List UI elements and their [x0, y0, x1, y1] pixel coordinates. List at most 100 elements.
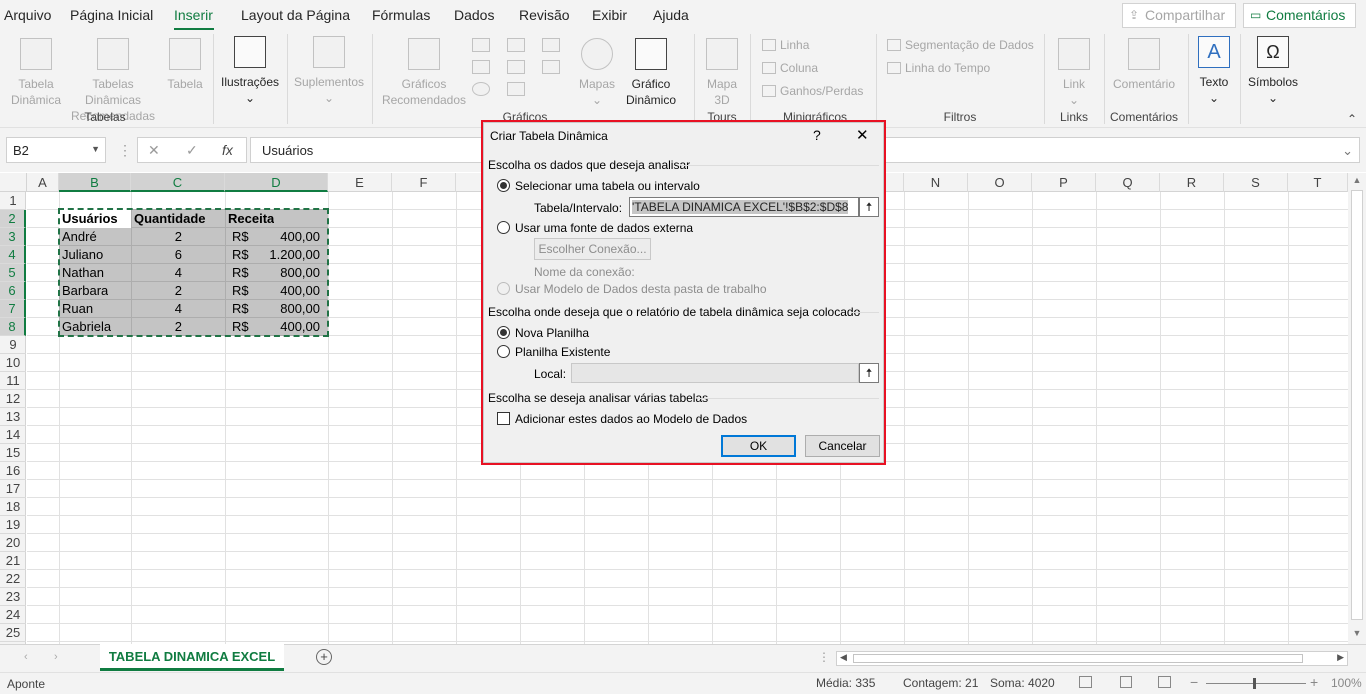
row-header[interactable]: 7 — [0, 300, 26, 318]
vertical-scroll-thumb[interactable] — [1351, 190, 1363, 620]
radio-data-model-label[interactable]: Usar Modelo de Dados desta pasta de trab… — [515, 282, 767, 296]
comment-button[interactable]: Comentário — [1108, 38, 1180, 92]
row-header[interactable]: 12 — [0, 390, 26, 408]
row-header[interactable]: 9 — [0, 336, 26, 354]
confirm-formula-icon[interactable]: ✓ — [186, 142, 198, 159]
row-header[interactable]: 22 — [0, 570, 26, 588]
range-input[interactable]: 'TABELA DINAMICA EXCEL'!$B$2:$D$8 — [629, 197, 859, 217]
zoom-in-icon[interactable]: + — [1310, 674, 1318, 690]
menu-exibir[interactable]: Exibir — [592, 7, 627, 23]
add-data-model-checkbox[interactable] — [497, 412, 510, 425]
cancel-formula-icon[interactable]: ✕ — [148, 142, 160, 159]
column-header-d[interactable]: D — [225, 173, 328, 192]
collapse-ribbon-icon[interactable]: ⌃ — [1347, 112, 1357, 126]
row-header[interactable]: 23 — [0, 588, 26, 606]
menu-layout[interactable]: Layout da Página — [241, 7, 350, 23]
timeline-button[interactable]: Linha do Tempo — [887, 61, 990, 75]
sheet-tab-active[interactable]: TABELA DINAMICA EXCEL — [100, 644, 284, 671]
row-header[interactable]: 19 — [0, 516, 26, 534]
column-header-a[interactable]: A — [27, 173, 59, 192]
row-header[interactable]: 18 — [0, 498, 26, 516]
row-header[interactable]: 17 — [0, 480, 26, 498]
row-header[interactable]: 3 — [0, 228, 26, 246]
radio-external-source[interactable] — [497, 221, 510, 234]
scroll-left-icon[interactable]: ◀ — [840, 652, 847, 663]
row-header[interactable]: 8 — [0, 318, 26, 336]
pie-chart-icon[interactable] — [472, 82, 490, 96]
row-header[interactable]: 21 — [0, 552, 26, 570]
menu-ajuda[interactable]: Ajuda — [653, 7, 689, 23]
column-header-b[interactable]: B — [59, 173, 131, 192]
row-header[interactable]: 10 — [0, 354, 26, 372]
menu-dados[interactable]: Dados — [454, 7, 494, 23]
location-input[interactable] — [571, 363, 859, 383]
column-header-f[interactable]: F — [392, 173, 456, 192]
column-header-c[interactable]: C — [131, 173, 225, 192]
menu-inserir[interactable]: Inserir — [174, 7, 213, 23]
map3d-button[interactable]: Mapa 3D — [700, 38, 744, 108]
row-header[interactable]: 14 — [0, 426, 26, 444]
row-header[interactable]: 4 — [0, 246, 26, 264]
statistic-chart-icon[interactable] — [507, 60, 525, 74]
expand-formula-icon[interactable]: ⌄ — [1342, 143, 1353, 159]
zoom-slider-thumb[interactable] — [1253, 678, 1256, 689]
row-header[interactable]: 11 — [0, 372, 26, 390]
radio-external-source-label[interactable]: Usar uma fonte de dados externa — [515, 221, 693, 235]
link-button[interactable]: Link ⌄ — [1052, 38, 1096, 108]
column-header-r[interactable]: R — [1160, 173, 1224, 192]
slicer-button[interactable]: Segmentação de Dados — [887, 38, 1034, 52]
scroll-down-icon[interactable]: ▼ — [1351, 628, 1363, 640]
scroll-right-icon[interactable]: ▶ — [1337, 652, 1344, 663]
add-data-model-label[interactable]: Adicionar estes dados ao Modelo de Dados — [515, 412, 747, 426]
row-header[interactable]: 25 — [0, 624, 26, 642]
illustrations-button[interactable]: Ilustrações ⌄ — [218, 36, 282, 106]
menu-arquivo[interactable]: Arquivo — [4, 7, 51, 23]
column-header-n[interactable]: N — [904, 173, 968, 192]
row-header[interactable]: 6 — [0, 282, 26, 300]
menu-formulas[interactable]: Fórmulas — [372, 7, 430, 23]
radio-data-model[interactable] — [497, 282, 510, 295]
menu-revisao[interactable]: Revisão — [519, 7, 570, 23]
column-header-q[interactable]: Q — [1096, 173, 1160, 192]
column-header-e[interactable]: E — [328, 173, 392, 192]
column-chart-icon[interactable] — [472, 38, 490, 52]
share-button[interactable]: ⇪ Compartilhar — [1122, 3, 1236, 28]
hierarchy-chart-icon[interactable] — [507, 38, 525, 52]
radio-existing-sheet-label[interactable]: Planilha Existente — [515, 345, 610, 359]
row-header[interactable]: 20 — [0, 534, 26, 552]
normal-view-icon[interactable] — [1079, 676, 1092, 688]
vertical-scrollbar[interactable]: ▲ ▼ — [1348, 173, 1366, 644]
row-header[interactable]: 13 — [0, 408, 26, 426]
scroll-up-icon[interactable]: ▲ — [1351, 175, 1363, 187]
pivot-table-button[interactable]: Tabela Dinâmica — [8, 38, 64, 108]
horizontal-scroll-thumb[interactable] — [853, 654, 1303, 663]
radio-new-sheet[interactable] — [497, 326, 510, 339]
waterfall-chart-icon[interactable] — [542, 38, 560, 52]
page-break-icon[interactable] — [1158, 676, 1171, 688]
add-sheet-icon[interactable]: + — [316, 649, 332, 665]
insert-function-icon[interactable]: fx — [222, 142, 233, 158]
line-chart-icon[interactable] — [472, 60, 490, 74]
column-header-t[interactable]: T — [1288, 173, 1348, 192]
symbols-button[interactable]: Ω Símbolos ⌄ — [1244, 36, 1302, 106]
column-header-o[interactable]: O — [968, 173, 1032, 192]
name-box[interactable]: B2 ▼ — [6, 137, 106, 163]
row-header[interactable]: 2 — [0, 210, 26, 228]
location-collapse-button[interactable]: 🠅 — [859, 363, 879, 383]
range-collapse-button[interactable]: 🠅 — [859, 197, 879, 217]
radio-new-sheet-label[interactable]: Nova Planilha — [515, 326, 589, 340]
scatter-chart-icon[interactable] — [507, 82, 525, 96]
column-header-p[interactable]: P — [1032, 173, 1096, 192]
horizontal-scrollbar[interactable]: ◀ ▶ — [836, 651, 1348, 666]
page-layout-icon[interactable] — [1120, 676, 1132, 688]
comments-button[interactable]: ▭ Comentários — [1243, 3, 1356, 28]
help-button[interactable]: ? — [813, 127, 821, 143]
row-header[interactable]: 1 — [0, 192, 26, 210]
pivot-chart-button[interactable]: Gráfico Dinâmico — [616, 38, 686, 108]
sparkline-winloss-button[interactable]: Ganhos/Perdas — [762, 84, 863, 98]
row-header[interactable]: 16 — [0, 462, 26, 480]
table-button[interactable]: Tabela — [165, 38, 205, 92]
maps-button[interactable]: Mapas ⌄ — [576, 38, 618, 108]
radio-existing-sheet[interactable] — [497, 345, 510, 358]
sparkline-column-button[interactable]: Coluna — [762, 61, 818, 75]
